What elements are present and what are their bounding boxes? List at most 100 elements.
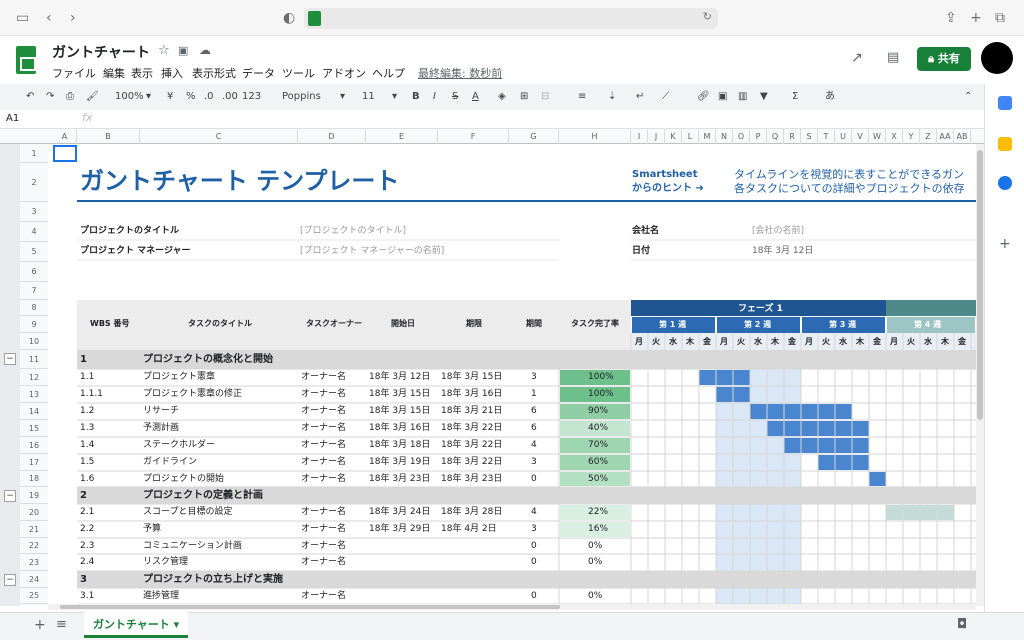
- font-size-select[interactable]: 11: [362, 90, 375, 104]
- tabs-overview-icon[interactable]: ⧉: [995, 9, 1005, 27]
- comment-icon[interactable]: ▤: [887, 50, 899, 65]
- row-header-18[interactable]: 18: [20, 471, 48, 487]
- explore-icon[interactable]: ◘: [957, 617, 967, 632]
- column-header-W[interactable]: W: [869, 129, 886, 144]
- row-header-4[interactable]: 4: [20, 222, 48, 242]
- column-header-B[interactable]: B: [77, 129, 140, 144]
- menu-item-6[interactable]: ツール: [282, 65, 315, 81]
- font-select[interactable]: Poppins: [282, 90, 321, 104]
- tasks-icon[interactable]: [998, 176, 1012, 190]
- menu-item-4[interactable]: 表示形式: [192, 65, 236, 81]
- row-header-1[interactable]: 1: [20, 145, 48, 163]
- more-formats-select[interactable]: 123: [242, 90, 261, 104]
- document-title[interactable]: ガントチャート: [52, 42, 150, 62]
- column-header-D[interactable]: D: [298, 129, 366, 144]
- move-folder-icon[interactable]: ▣: [178, 44, 188, 57]
- share-page-icon[interactable]: ⇪: [945, 9, 957, 27]
- forward-icon[interactable]: ›: [70, 9, 76, 27]
- row-header-5[interactable]: 5: [20, 242, 48, 262]
- insert-link-icon[interactable]: 🔗︎: [697, 90, 710, 104]
- row-header-11[interactable]: 11: [20, 350, 48, 369]
- italic-icon[interactable]: I: [433, 90, 436, 104]
- column-header-M[interactable]: M: [699, 129, 716, 144]
- column-header-O[interactable]: O: [733, 129, 750, 144]
- column-header-U[interactable]: U: [835, 129, 852, 144]
- column-header-J[interactable]: J: [648, 129, 665, 144]
- calendar-icon[interactable]: [998, 96, 1012, 110]
- horizontal-align-icon[interactable]: ≡: [578, 90, 586, 104]
- all-sheets-icon[interactable]: ≡: [56, 617, 67, 632]
- keep-icon[interactable]: [998, 137, 1012, 151]
- account-avatar[interactable]: [981, 42, 1013, 74]
- row-header-25[interactable]: 25: [20, 588, 48, 604]
- menu-item-8[interactable]: ヘルプ: [372, 65, 405, 81]
- new-tab-icon[interactable]: +: [970, 9, 982, 27]
- redo-icon[interactable]: ↷: [46, 90, 54, 104]
- row-header-14[interactable]: 14: [20, 403, 48, 420]
- row-header-2[interactable]: 2: [20, 163, 48, 202]
- row-header-20[interactable]: 20: [20, 504, 48, 521]
- menu-item-5[interactable]: データ: [242, 65, 275, 81]
- row-header-7[interactable]: 7: [20, 282, 48, 300]
- column-header-Q[interactable]: Q: [767, 129, 784, 144]
- row-header-12[interactable]: 12: [20, 369, 48, 386]
- row-header-6[interactable]: 6: [20, 262, 48, 282]
- column-header-X[interactable]: X: [886, 129, 903, 144]
- column-header-K[interactable]: K: [665, 129, 682, 144]
- row-header-10[interactable]: 10: [20, 333, 48, 350]
- strikethrough-icon[interactable]: S: [452, 90, 458, 104]
- column-header-V[interactable]: V: [852, 129, 869, 144]
- row-header-21[interactable]: 21: [20, 521, 48, 538]
- column-header-I[interactable]: I: [631, 129, 648, 144]
- insert-chart-icon[interactable]: ▥: [738, 90, 747, 104]
- row-header-13[interactable]: 13: [20, 386, 48, 403]
- formula-bar[interactable]: [0, 111, 984, 129]
- url-bar[interactable]: ↻: [304, 8, 718, 29]
- row-header-16[interactable]: 16: [20, 437, 48, 454]
- sidebar-toggle-icon[interactable]: ▭: [16, 9, 29, 27]
- menu-item-0[interactable]: ファイル: [52, 65, 96, 81]
- cloud-status-icon[interactable]: ☁: [199, 43, 211, 57]
- column-header-AA[interactable]: AA: [937, 129, 954, 144]
- borders-icon[interactable]: ⊞: [520, 90, 528, 104]
- column-header-T[interactable]: T: [818, 129, 835, 144]
- merge-cells-icon[interactable]: ⊟: [541, 90, 549, 104]
- print-icon[interactable]: ⎙: [66, 90, 74, 104]
- column-header-A[interactable]: A: [53, 129, 77, 144]
- collapse-group-icon[interactable]: −: [4, 353, 16, 365]
- vertical-align-icon[interactable]: ⇣: [608, 90, 616, 104]
- row-header-17[interactable]: 17: [20, 454, 48, 471]
- column-header-F[interactable]: F: [438, 129, 509, 144]
- column-header-N[interactable]: N: [716, 129, 733, 144]
- menu-item-7[interactable]: アドオン: [322, 65, 366, 81]
- row-header-15[interactable]: 15: [20, 420, 48, 437]
- percent-format-button[interactable]: %: [186, 90, 196, 104]
- column-header-E[interactable]: E: [366, 129, 438, 144]
- menu-item-1[interactable]: 編集: [103, 65, 125, 81]
- increase-decimal-button[interactable]: .00: [222, 90, 238, 104]
- bold-icon[interactable]: B: [412, 90, 420, 104]
- row-header-9[interactable]: 9: [20, 316, 48, 333]
- column-header-R[interactable]: R: [784, 129, 801, 144]
- column-header-H[interactable]: H: [559, 129, 631, 144]
- sheets-logo-icon[interactable]: [16, 46, 36, 74]
- collapse-group-icon[interactable]: −: [4, 490, 16, 502]
- last-edit-link[interactable]: 最終編集: 数秒前: [418, 65, 502, 81]
- row-header-3[interactable]: 3: [20, 202, 48, 222]
- row-header-22[interactable]: 22: [20, 538, 48, 554]
- privacy-shield-icon[interactable]: ◐: [283, 9, 295, 27]
- column-header-Z[interactable]: Z: [920, 129, 937, 144]
- add-sheet-icon[interactable]: +: [34, 617, 46, 633]
- functions-icon[interactable]: Σ: [792, 90, 798, 104]
- filter-icon[interactable]: ▼: [760, 90, 768, 104]
- row-header-24[interactable]: 24: [20, 571, 48, 588]
- decrease-decimal-button[interactable]: .0: [204, 90, 214, 104]
- row-header-19[interactable]: 19: [20, 487, 48, 504]
- column-header-S[interactable]: S: [801, 129, 818, 144]
- add-addon-icon[interactable]: +: [999, 236, 1011, 252]
- text-color-icon[interactable]: A: [472, 90, 479, 104]
- undo-icon[interactable]: ↶: [26, 90, 34, 104]
- collapse-group-icon[interactable]: −: [4, 574, 16, 586]
- column-header-P[interactable]: P: [750, 129, 767, 144]
- menu-item-3[interactable]: 挿入: [161, 65, 183, 81]
